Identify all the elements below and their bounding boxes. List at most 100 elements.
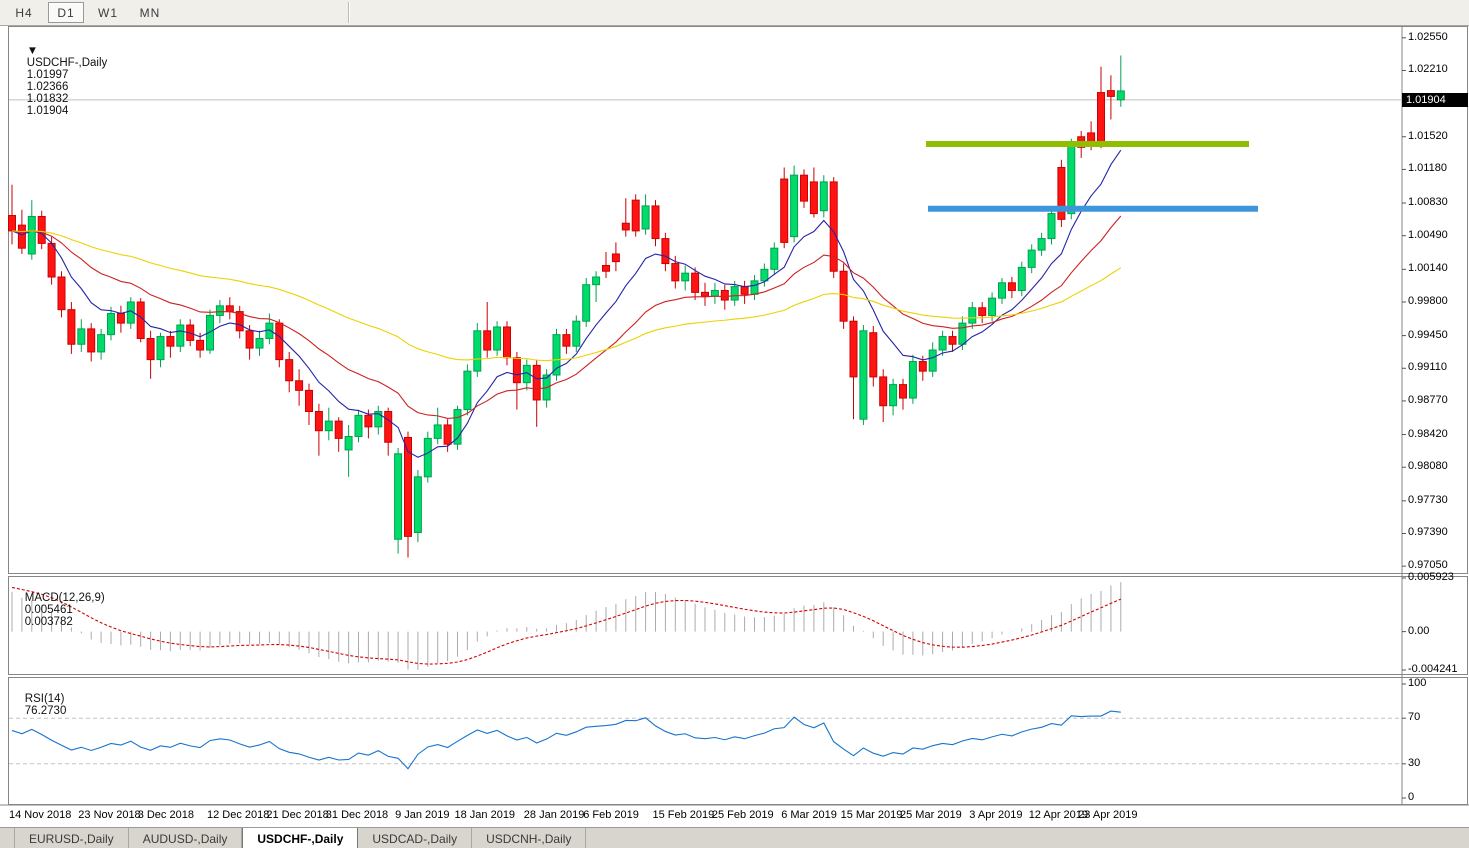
candle-body — [1048, 214, 1055, 239]
trading-terminal-window: H4D1W1MN ▼ USDCHF-,Daily 1.01997 1.02366… — [0, 0, 1469, 848]
candle-body — [533, 365, 540, 400]
candle-body — [256, 338, 263, 348]
chart-tab-bar: EURUSD-,DailyAUDUSD-,DailyUSDCHF-,DailyU… — [0, 827, 1469, 848]
candle-body — [48, 243, 55, 277]
candle-body — [731, 287, 738, 300]
candle-body — [860, 331, 867, 419]
candle-body — [474, 331, 481, 371]
chart-title: ▼ USDCHF-,Daily 1.01997 1.02366 1.01832 … — [14, 33, 107, 129]
candle-body — [642, 206, 649, 229]
chart-collapse-arrow[interactable]: ▼ — [27, 45, 38, 57]
candle-body — [880, 377, 887, 406]
candle-body — [810, 182, 817, 214]
candle-body — [900, 385, 907, 398]
price-axis-tick-label: 0.99800 — [1408, 295, 1448, 307]
candle-body — [1008, 283, 1015, 291]
rsi-axis-tick-label: 30 — [1408, 757, 1420, 769]
candle-body — [1028, 250, 1035, 267]
date-axis-label: 15 Feb 2019 — [653, 809, 715, 821]
date-axis-label: 3 Apr 2019 — [969, 809, 1022, 821]
ohlc-close: 1.01904 — [27, 105, 69, 117]
candle-body — [147, 338, 154, 359]
date-axis-label: 14 Nov 2018 — [9, 809, 71, 821]
candle-body — [1038, 239, 1045, 251]
chart-canvas[interactable] — [0, 0, 1469, 848]
candle-body — [197, 340, 204, 350]
candle-body — [434, 425, 441, 438]
chart-symbol-label: USDCHF-,Daily — [27, 57, 108, 69]
candle-body — [117, 314, 124, 324]
date-axis-label: 6 Mar 2019 — [781, 809, 837, 821]
chart-tab-usdcad[interactable]: USDCAD-,Daily — [358, 828, 472, 848]
candle-body — [315, 411, 322, 430]
moving-average-mid — [12, 216, 1121, 418]
chart-tab-audusd[interactable]: AUDUSD-,Daily — [129, 828, 243, 848]
chart-tab-usdchf[interactable]: USDCHF-,Daily — [242, 828, 358, 848]
candle-body — [226, 306, 233, 312]
date-axis-label: 25 Mar 2019 — [900, 809, 962, 821]
candle-body — [741, 287, 748, 295]
candle-body — [504, 327, 511, 358]
rsi-axis-tick-label: 100 — [1408, 677, 1426, 689]
price-axis-tick-label: 0.98420 — [1408, 428, 1448, 440]
price-axis-tick-label: 0.99450 — [1408, 329, 1448, 341]
macd-histogram — [12, 582, 1121, 670]
candle-body — [612, 254, 619, 262]
candle-body — [454, 410, 461, 445]
candle-body — [1117, 91, 1124, 100]
candle-body — [444, 425, 451, 444]
candle-body — [919, 362, 926, 372]
price-axis-tick-label: 0.98770 — [1408, 394, 1448, 406]
macd-main-value: 0.005461 — [25, 604, 73, 616]
candle-body — [28, 216, 35, 253]
candle-body — [246, 331, 253, 348]
candle-body — [781, 179, 788, 242]
ohlc-low: 1.01832 — [27, 93, 69, 105]
candle-body — [771, 248, 778, 269]
date-axis-label: 23 Apr 2019 — [1078, 809, 1137, 821]
candle-body — [68, 310, 75, 345]
date-axis-label: 25 Feb 2019 — [712, 809, 774, 821]
rsi-axis-tick-label: 0 — [1408, 791, 1414, 803]
candle-body — [959, 323, 966, 344]
candle-body — [583, 285, 590, 322]
candle-body — [711, 290, 718, 296]
date-axis-label: 9 Jan 2019 — [395, 809, 449, 821]
candle-body — [18, 225, 25, 248]
chart-tab-usdcnh[interactable]: USDCNH-,Daily — [472, 828, 586, 848]
chart-tab-eurusd[interactable]: EURUSD-,Daily — [14, 828, 129, 848]
candle-body — [385, 411, 392, 442]
price-axis-tick-label: 1.02550 — [1408, 31, 1448, 43]
candle-body — [563, 335, 570, 347]
candle-body — [593, 277, 600, 285]
candle-body — [662, 239, 669, 264]
candle-body — [513, 358, 520, 383]
rsi-axis-tick-label: 70 — [1408, 711, 1420, 723]
price-axis-tick-label: 1.00830 — [1408, 196, 1448, 208]
candle-body — [325, 421, 332, 431]
date-axis-label: 31 Dec 2018 — [326, 809, 388, 821]
candle-body — [78, 329, 85, 344]
rsi-line — [12, 711, 1121, 769]
candle-body — [306, 390, 313, 411]
rsi-name: RSI(14) — [25, 693, 65, 705]
candle-body — [177, 325, 184, 346]
candle-body — [603, 265, 610, 271]
candle-body — [1098, 93, 1105, 143]
candle-body — [424, 438, 431, 476]
candle-body — [345, 436, 352, 449]
candle-body — [1018, 267, 1025, 290]
candle-body — [276, 323, 283, 360]
candle-body — [721, 290, 728, 300]
date-axis-label: 21 Dec 2018 — [266, 809, 328, 821]
price-axis-tick-label: 0.98080 — [1408, 460, 1448, 472]
rsi-value: 76.2730 — [25, 705, 67, 717]
candle-body — [761, 269, 768, 281]
candle-body — [216, 306, 223, 316]
price-axis-tick-label: 1.01520 — [1408, 130, 1448, 142]
date-axis-label: 28 Jan 2019 — [524, 809, 585, 821]
candle-body — [791, 175, 798, 236]
price-axis-tick-label: 0.97390 — [1408, 526, 1448, 538]
candlestick-series — [9, 55, 1125, 557]
candle-body — [167, 337, 174, 347]
